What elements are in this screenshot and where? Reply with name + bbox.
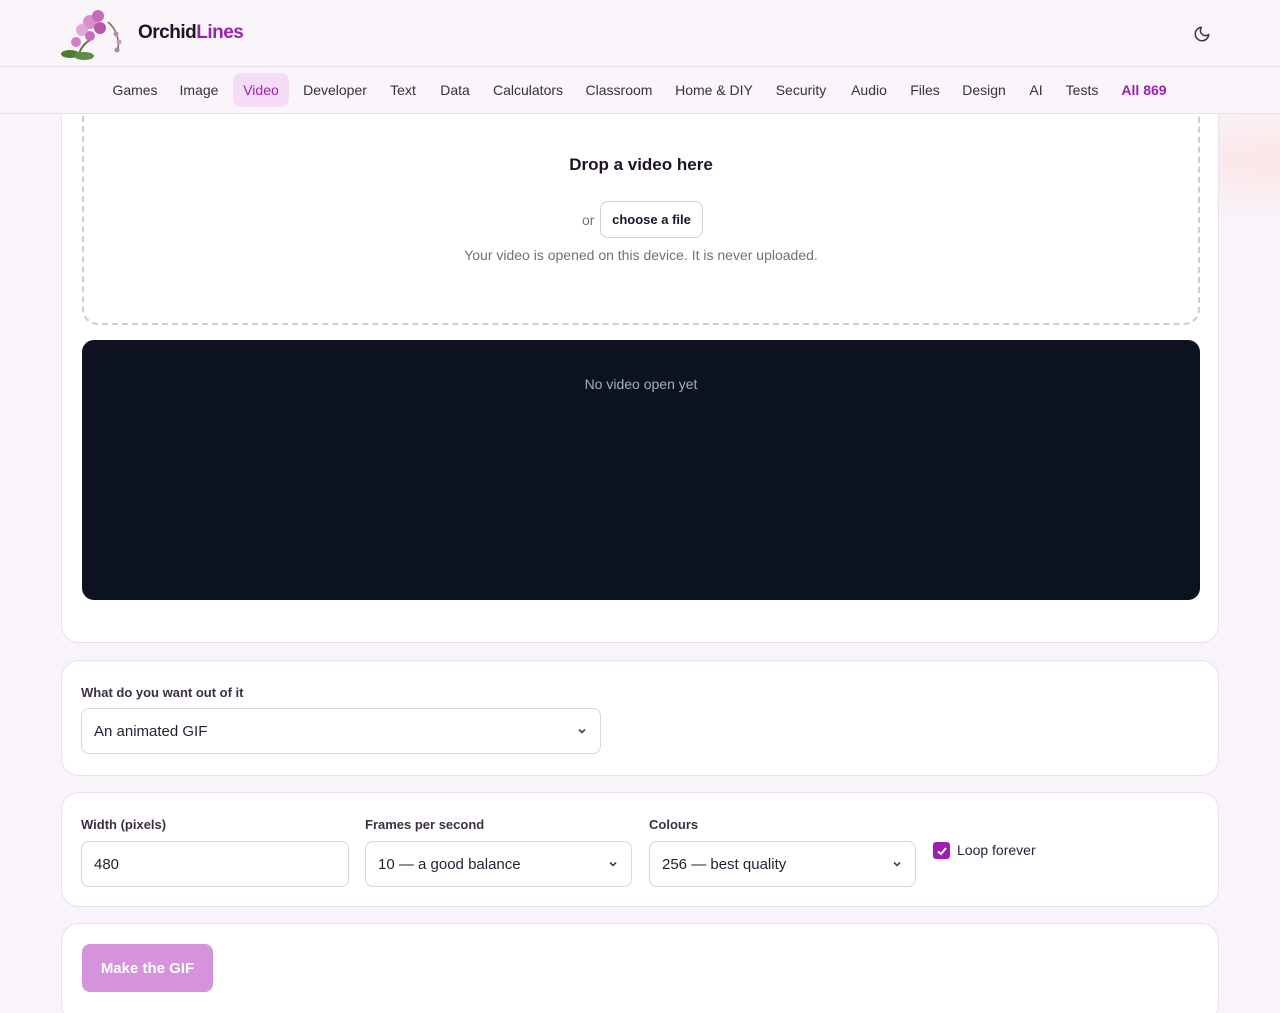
fps-value: 10 — a good balance — [378, 855, 521, 873]
brand-part2: Lines — [196, 22, 244, 43]
output-type-label: What do you want out of it — [81, 685, 244, 700]
width-input[interactable]: 480 — [81, 841, 349, 887]
nav-item-calculators[interactable]: Calculators — [486, 73, 570, 107]
colours-value: 256 — best quality — [662, 855, 787, 873]
theme-toggle-button[interactable] — [1188, 20, 1216, 48]
category-nav: Games Image Video Developer Text Data Ca… — [0, 67, 1280, 114]
output-type-value: An animated GIF — [94, 722, 208, 740]
nav-item-security[interactable]: Security — [769, 73, 833, 107]
video-preview: No video open yet — [82, 340, 1200, 600]
nav-item-image[interactable]: Image — [171, 73, 227, 107]
video-empty-text: No video open yet — [584, 376, 698, 392]
privacy-note: Your video is opened on this device. It … — [464, 247, 818, 263]
nav-item-home-diy[interactable]: Home & DIY — [668, 73, 760, 107]
nav-item-audio[interactable]: Audio — [844, 73, 894, 107]
action-card: Make the GIF — [61, 923, 1219, 1013]
chevron-down-icon — [609, 861, 617, 867]
chevron-down-icon — [893, 861, 901, 867]
upload-card: Drop a video here or choose a file Your … — [61, 51, 1219, 643]
fps-select[interactable]: 10 — a good balance — [365, 841, 632, 887]
nav-item-developer[interactable]: Developer — [297, 73, 373, 107]
colours-label: Colours — [649, 817, 699, 832]
make-gif-button[interactable]: Make the GIF — [82, 944, 213, 992]
nav-item-design[interactable]: Design — [956, 73, 1012, 107]
gif-settings-card: Width (pixels) 480 Frames per second 10 … — [61, 792, 1219, 907]
nav-item-all[interactable]: All 869 — [1116, 73, 1172, 107]
output-type-card: What do you want out of it An animated G… — [61, 660, 1219, 776]
moon-icon — [1194, 26, 1210, 42]
top-header: OrchidLines — [0, 0, 1280, 67]
nav-item-video[interactable]: Video — [233, 73, 289, 107]
nav-item-tests[interactable]: Tests — [1060, 73, 1104, 107]
nav-item-ai[interactable]: AI — [1024, 73, 1048, 107]
dropzone-or-text: or — [582, 212, 595, 228]
nav-item-classroom[interactable]: Classroom — [580, 73, 658, 107]
brand-part1: Orchid — [138, 22, 197, 43]
nav-item-games[interactable]: Games — [104, 73, 166, 107]
brand-name[interactable]: OrchidLines — [138, 22, 244, 44]
nav-item-files[interactable]: Files — [905, 73, 945, 107]
loop-checkbox[interactable] — [933, 842, 950, 859]
width-label: Width (pixels) — [81, 817, 167, 832]
nav-item-data[interactable]: Data — [434, 73, 476, 107]
orchid-logo-icon[interactable] — [60, 6, 130, 62]
colours-select[interactable]: 256 — best quality — [649, 841, 916, 887]
nav-item-text[interactable]: Text — [384, 73, 422, 107]
checkmark-icon — [936, 846, 947, 855]
choose-file-button[interactable]: choose a file — [600, 201, 703, 238]
loop-label[interactable]: Loop forever — [957, 842, 1036, 858]
fps-label: Frames per second — [365, 817, 485, 832]
output-type-select[interactable]: An animated GIF — [81, 708, 601, 754]
chevron-down-icon — [578, 728, 586, 734]
dropzone-title: Drop a video here — [569, 155, 713, 174]
